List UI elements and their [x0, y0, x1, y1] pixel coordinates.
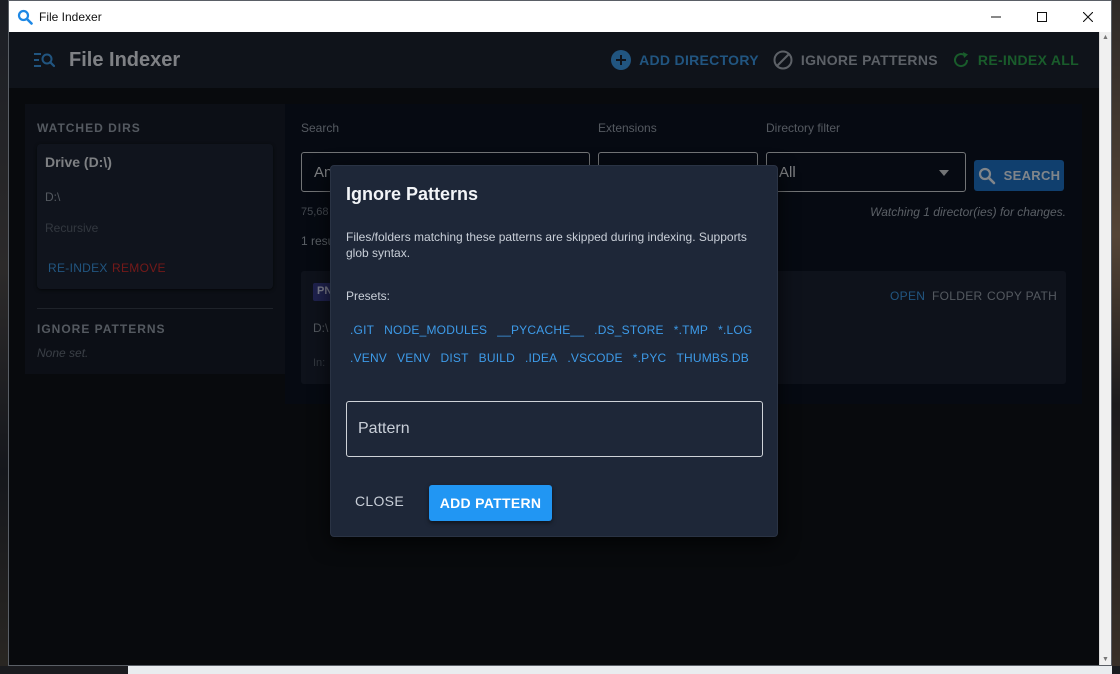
preset-chip[interactable]: .DS_STORE [590, 319, 668, 341]
preset-chip[interactable]: .GIT [346, 319, 378, 341]
desktop-background-left [0, 0, 8, 674]
dialog-title: Ignore Patterns [346, 184, 479, 204]
preset-chip[interactable]: *.LOG [714, 319, 756, 341]
preset-row-1: .GIT NODE_MODULES __PYCACHE__ .DS_STORE … [346, 316, 766, 344]
pattern-field[interactable] [346, 401, 763, 457]
maximize-button[interactable] [1019, 1, 1065, 32]
scroll-up-icon[interactable]: ▲ [1102, 34, 1109, 41]
minimize-icon [991, 16, 1001, 17]
dialog-description: Files/folders matching these patterns ar… [346, 230, 747, 260]
preset-chip[interactable]: .IDEA [521, 347, 561, 369]
close-dialog-button[interactable]: CLOSE [355, 493, 404, 509]
pattern-input[interactable] [347, 402, 762, 456]
taskbar-edge [0, 666, 1120, 674]
close-window-button[interactable] [1065, 1, 1111, 32]
preset-chip[interactable]: BUILD [475, 347, 519, 369]
window-title: File Indexer [39, 9, 102, 24]
preset-chips: .GIT NODE_MODULES __PYCACHE__ .DS_STORE … [346, 316, 766, 372]
minimize-button[interactable] [973, 1, 1019, 32]
presets-label: Presets: [346, 289, 391, 303]
desktop-background-right [1112, 0, 1120, 674]
preset-chip[interactable]: DIST [437, 347, 473, 369]
preset-chip[interactable]: THUMBS.DB [672, 347, 752, 369]
preset-chip[interactable]: __PYCACHE__ [493, 319, 588, 341]
preset-chip[interactable]: *.PYC [629, 347, 671, 369]
ignore-patterns-dialog: Ignore Patterns Files/folders matching t… [330, 165, 778, 537]
preset-row-2: .VENV VENV DIST BUILD .IDEA .VSCODE *.PY… [346, 344, 766, 372]
preset-chip[interactable]: .VENV [346, 347, 391, 369]
app-client-area: File Indexer ADD DIRECTORY IGNORE PATTER… [9, 32, 1111, 665]
magnifier-app-icon [17, 9, 33, 25]
scroll-down-icon[interactable]: ▼ [1102, 656, 1109, 663]
preset-chip[interactable]: *.TMP [670, 319, 712, 341]
window-scrollbar[interactable]: ▲ ▼ [1099, 32, 1111, 665]
add-pattern-label: ADD PATTERN [439, 495, 542, 511]
add-pattern-button[interactable]: ADD PATTERN [429, 485, 552, 521]
close-icon [1083, 11, 1093, 22]
preset-chip[interactable]: VENV [393, 347, 434, 369]
maximize-icon [1037, 11, 1047, 22]
preset-chip[interactable]: .VSCODE [563, 347, 626, 369]
app-window: File Indexer File Indexer ADD DIRECTORY … [8, 0, 1112, 666]
preset-chip[interactable]: NODE_MODULES [380, 319, 491, 341]
title-bar: File Indexer [9, 1, 1111, 32]
